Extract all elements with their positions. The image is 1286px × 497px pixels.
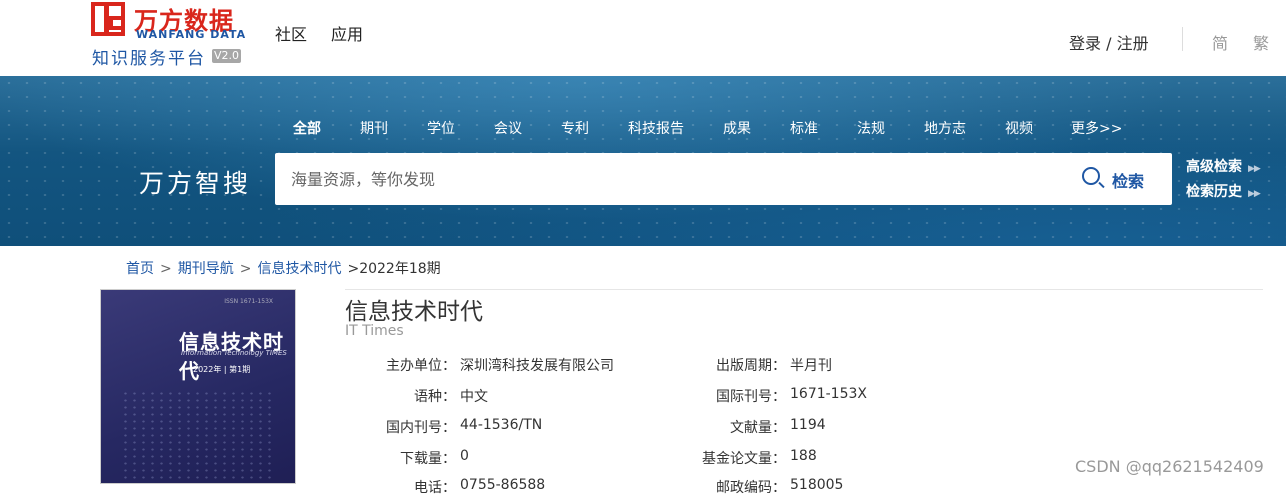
search-history-link[interactable]: 检索历史 ▶▶	[1186, 181, 1261, 201]
advanced-search-link[interactable]: 高级检索 ▶▶	[1186, 156, 1261, 176]
breadcrumb-journal-nav-link[interactable]: 期刊导航	[178, 261, 234, 277]
info-label: 文献量：	[730, 420, 786, 436]
tab-theses[interactable]: 学位	[427, 118, 455, 138]
tab-local-chronicles[interactable]: 地方志	[924, 118, 966, 138]
info-label: 基金论文量：	[702, 451, 786, 467]
nav-apps-link[interactable]: 应用	[331, 21, 363, 45]
double-chevron-right-icon: ▶▶	[1248, 189, 1261, 199]
info-label: 出版周期：	[716, 358, 786, 374]
info-value: 1194	[790, 417, 826, 433]
double-chevron-right-icon: ▶▶	[1248, 164, 1261, 174]
info-value: 0755-86588	[460, 477, 546, 493]
wanfang-logo[interactable]: 万方数据 WANFANG DATA 知识服务平台 V2.0	[90, 2, 250, 69]
cover-issue: 2022年 | 第1期	[193, 365, 251, 374]
csdn-watermark: CSDN @qq2621542409	[1075, 457, 1264, 476]
tab-achievements[interactable]: 成果	[723, 118, 751, 138]
logo-subtitle: 知识服务平台	[92, 49, 206, 69]
search-icon	[1082, 167, 1100, 185]
search-brand-title: 万方智搜	[139, 169, 252, 198]
breadcrumb-journal-link[interactable]: 信息技术时代	[257, 261, 341, 277]
cover-issn: ISSN 1671-153X	[224, 298, 273, 305]
search-button[interactable]: 检索	[1080, 165, 1160, 193]
tab-regulations[interactable]: 法规	[857, 118, 885, 138]
login-register-link[interactable]: 登录 / 注册	[1069, 30, 1149, 54]
journal-title: 信息技术时代	[345, 299, 483, 325]
breadcrumb-separator: >	[239, 261, 252, 277]
search-box: 检索	[275, 153, 1172, 205]
info-value: 0	[460, 448, 469, 464]
journal-en-title: IT Times	[345, 323, 404, 339]
breadcrumb-current-issue: >2022年18期	[347, 261, 441, 277]
cover-pattern	[121, 390, 271, 483]
info-value: 半月刊	[790, 358, 832, 374]
breadcrumb-home-link[interactable]: 首页	[126, 261, 154, 277]
info-value: 188	[790, 448, 817, 464]
logo-en-text: WANFANG DATA	[136, 28, 247, 41]
info-value: 44-1536/TN	[460, 417, 543, 433]
search-button-label: 检索	[1112, 172, 1145, 191]
cover-en-title: Information Technology TIMES	[181, 349, 287, 357]
info-value: 深圳湾科技发展有限公司	[460, 358, 614, 374]
tab-videos[interactable]: 视频	[1005, 118, 1033, 138]
nav-community-link[interactable]: 社区	[275, 21, 307, 45]
lang-traditional-button[interactable]: 繁	[1253, 30, 1269, 54]
tab-conferences[interactable]: 会议	[494, 118, 522, 138]
logo-version-badge: V2.0	[212, 49, 242, 63]
logo-mark-icon	[91, 2, 125, 36]
tab-patents[interactable]: 专利	[561, 118, 589, 138]
top-header: 万方数据 WANFANG DATA 知识服务平台 V2.0 社区 应用 登录 /…	[0, 0, 1286, 76]
info-label: 国内刊号：	[386, 420, 456, 436]
tab-journals[interactable]: 期刊	[360, 118, 388, 138]
info-label: 语种：	[414, 389, 456, 405]
advanced-search-label: 高级检索	[1186, 159, 1242, 175]
search-history-label: 检索历史	[1186, 184, 1242, 200]
info-label: 主办单位：	[386, 358, 456, 374]
tab-all[interactable]: 全部	[293, 118, 321, 138]
info-label: 下载量：	[400, 451, 456, 467]
header-divider	[1182, 27, 1183, 51]
info-label: 国际刊号：	[716, 389, 786, 405]
info-value: 中文	[460, 389, 488, 405]
breadcrumb-separator: >	[160, 261, 172, 277]
tab-standards[interactable]: 标准	[790, 118, 818, 138]
lang-simplified-button[interactable]: 简	[1212, 30, 1228, 54]
info-value: 1671-153X	[790, 386, 867, 402]
search-input[interactable]	[291, 166, 991, 192]
info-label: 邮政编码：	[716, 480, 786, 496]
title-divider	[345, 289, 1263, 290]
journal-cover-image[interactable]: ISSN 1671-153X 信息技术时代 Information Techno…	[100, 289, 296, 484]
search-banner: 全部 期刊 学位 会议 专利 科技报告 成果 标准 法规 地方志 视频 更多>>…	[0, 76, 1286, 246]
tab-tech-reports[interactable]: 科技报告	[628, 118, 684, 138]
info-label: 电话：	[414, 480, 456, 496]
breadcrumb: 首页 > 期刊导航 > 信息技术时代 >2022年18期	[126, 258, 441, 278]
tab-more[interactable]: 更多>>	[1071, 118, 1122, 138]
info-value: 518005	[790, 477, 844, 493]
